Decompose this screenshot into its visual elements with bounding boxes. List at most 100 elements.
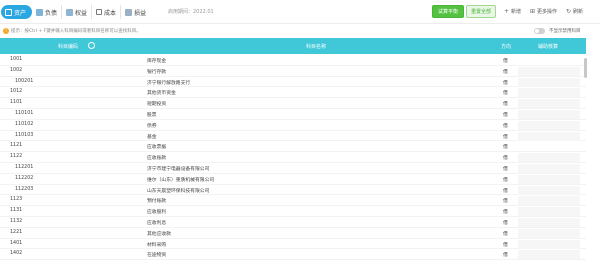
table-row[interactable]: 112202 维尔（山东）重质机械有限公司 借 bbox=[0, 174, 586, 185]
account-name: 债券 bbox=[147, 123, 157, 129]
auxiliary-cell[interactable] bbox=[518, 66, 580, 76]
refresh-label: 刷新 bbox=[573, 9, 584, 15]
grid-icon: ⊞ bbox=[530, 8, 536, 15]
account-name: 其他应收款 bbox=[147, 231, 171, 237]
account-direction: 借 bbox=[503, 112, 508, 118]
tab-equity[interactable]: 权益 bbox=[62, 5, 93, 19]
auxiliary-cell[interactable] bbox=[518, 250, 580, 260]
account-name: 济宁银行解放路支行 bbox=[147, 80, 191, 86]
auxiliary-cell[interactable] bbox=[518, 207, 580, 217]
more-actions-label: 更多操作 bbox=[537, 9, 558, 15]
auxiliary-cell[interactable] bbox=[518, 109, 580, 119]
table-row[interactable]: 1132 应收利息 借 bbox=[0, 217, 586, 228]
auxiliary-cell[interactable] bbox=[518, 163, 580, 173]
add-button[interactable]: + 新增 bbox=[504, 8, 521, 15]
warning-icon: ! bbox=[3, 28, 9, 34]
auxiliary-cell[interactable] bbox=[518, 196, 580, 206]
tab-profit-loss[interactable]: 损益 bbox=[121, 5, 150, 19]
table-row[interactable]: 1121 应收票据 借 bbox=[0, 141, 586, 153]
plus-icon: + bbox=[504, 8, 510, 15]
auxiliary-cell[interactable] bbox=[518, 185, 580, 195]
toolbar: 资产 负债 权益 成本 损益 启用期间：2022.01 试算平衡 重置全部 + … bbox=[0, 0, 600, 24]
auxiliary-cell[interactable] bbox=[518, 174, 580, 184]
account-direction: 借 bbox=[503, 80, 508, 86]
auxiliary-cell[interactable] bbox=[518, 217, 580, 227]
account-direction: 借 bbox=[503, 231, 508, 237]
account-direction: 借 bbox=[503, 134, 508, 140]
category-tabs: 资产 负债 权益 成本 损益 bbox=[0, 5, 150, 19]
search-tip: 提示：按Ctrl + F键并输入科目编码或者科目名称可以查找科目。 bbox=[11, 29, 141, 34]
account-name: 预付账款 bbox=[147, 199, 167, 205]
account-name: 银行存款 bbox=[147, 69, 167, 75]
table-row[interactable]: 1131 应收股利 借 bbox=[0, 206, 586, 217]
tab-liabilities[interactable]: 负债 bbox=[32, 5, 63, 19]
table-row[interactable]: 110101 股票 借 bbox=[0, 109, 586, 120]
auxiliary-cell[interactable] bbox=[518, 77, 580, 87]
refresh-button[interactable]: ↻ 刷新 bbox=[566, 8, 583, 15]
equity-icon bbox=[66, 8, 74, 16]
auxiliary-cell[interactable] bbox=[518, 88, 580, 98]
table-row[interactable]: 1402 在途物资 借 bbox=[0, 249, 586, 260]
start-period: 启用期间：2022.01 bbox=[168, 9, 214, 15]
toggle-knob bbox=[535, 29, 539, 33]
table-row[interactable]: 1101 短期投资 借 bbox=[0, 98, 586, 109]
auxiliary-cell[interactable] bbox=[518, 239, 580, 249]
account-direction: 借 bbox=[503, 102, 508, 108]
table-row[interactable]: 1012 其他货币资金 借 bbox=[0, 87, 586, 99]
table-row[interactable]: 110103 基金 借 bbox=[0, 131, 586, 142]
tab-assets[interactable]: 资产 bbox=[1, 5, 33, 19]
tab-label: 资产 bbox=[14, 9, 27, 17]
account-code: 100201 bbox=[15, 78, 34, 84]
tab-cost[interactable]: 成本 bbox=[92, 5, 122, 19]
account-code: 1121 bbox=[10, 143, 23, 149]
tab-label: 负债 bbox=[45, 9, 58, 17]
account-direction: 借 bbox=[503, 91, 508, 97]
account-code: 1012 bbox=[10, 89, 23, 95]
account-code: 1401 bbox=[10, 240, 23, 246]
account-code: 1122 bbox=[10, 154, 23, 160]
account-name: 应收账款 bbox=[147, 156, 167, 162]
auxiliary-cell[interactable] bbox=[518, 120, 580, 130]
more-actions-button[interactable]: ⊞ 更多操作 bbox=[530, 8, 557, 15]
account-code: 1402 bbox=[10, 251, 23, 257]
table-row[interactable]: 110102 债券 借 bbox=[0, 120, 586, 131]
tab-label: 成本 bbox=[104, 9, 117, 17]
account-code: 110102 bbox=[15, 121, 34, 127]
table-row[interactable]: 112203 山东天晨塑环保科技有限公司 借 bbox=[0, 185, 586, 196]
table-row[interactable]: 1001 库存现金 借 bbox=[0, 55, 586, 66]
header-account-code: 科目编码 bbox=[58, 44, 79, 50]
account-code: 110101 bbox=[15, 110, 34, 116]
auxiliary-cell[interactable] bbox=[518, 131, 580, 141]
account-name: 济宁市建宁电器设备有限公司 bbox=[147, 166, 210, 172]
auxiliary-cell[interactable] bbox=[518, 228, 580, 238]
account-code: 1131 bbox=[10, 208, 23, 214]
account-direction: 借 bbox=[503, 156, 508, 162]
table-row[interactable]: 1002 银行存款 借 bbox=[0, 66, 586, 77]
account-name: 其他货币资金 bbox=[147, 91, 176, 97]
table-row[interactable]: 1221 其他应收款 借 bbox=[0, 228, 586, 239]
account-code: 1132 bbox=[10, 218, 23, 224]
table-row[interactable]: 112201 济宁市建宁电器设备有限公司 借 bbox=[0, 163, 586, 174]
scrollbar-thumb[interactable] bbox=[584, 58, 587, 78]
table-body: 1001 库存现金借 1002 银行存款借 100201 济宁银行解放路支行借 1012 其他… bbox=[0, 55, 586, 260]
hide-disabled-toggle[interactable] bbox=[534, 28, 545, 34]
account-code: 1002 bbox=[10, 67, 23, 73]
gear-icon[interactable] bbox=[88, 42, 95, 49]
tab-label: 权益 bbox=[75, 9, 88, 17]
cost-icon bbox=[96, 9, 103, 15]
account-direction: 借 bbox=[503, 220, 508, 226]
table-row[interactable]: 1123 预付账款 借 bbox=[0, 195, 586, 207]
table-row[interactable]: 100201 济宁银行解放路支行 借 bbox=[0, 77, 586, 88]
account-direction: 借 bbox=[503, 59, 508, 64]
reset-all-button[interactable]: 重置全部 bbox=[466, 5, 496, 18]
trial-balance-button[interactable]: 试算平衡 bbox=[432, 5, 464, 18]
profit-loss-icon bbox=[125, 8, 133, 16]
account-name: 短期投资 bbox=[147, 102, 167, 108]
auxiliary-cell[interactable] bbox=[518, 153, 580, 163]
liabilities-icon bbox=[36, 8, 44, 16]
account-name: 基金 bbox=[147, 134, 157, 140]
auxiliary-cell[interactable] bbox=[518, 99, 580, 109]
account-name: 应收票据 bbox=[147, 145, 167, 151]
table-row[interactable]: 1122 应收账款 借 bbox=[0, 152, 586, 163]
table-row[interactable]: 1401 材料采购 借 bbox=[0, 239, 586, 250]
